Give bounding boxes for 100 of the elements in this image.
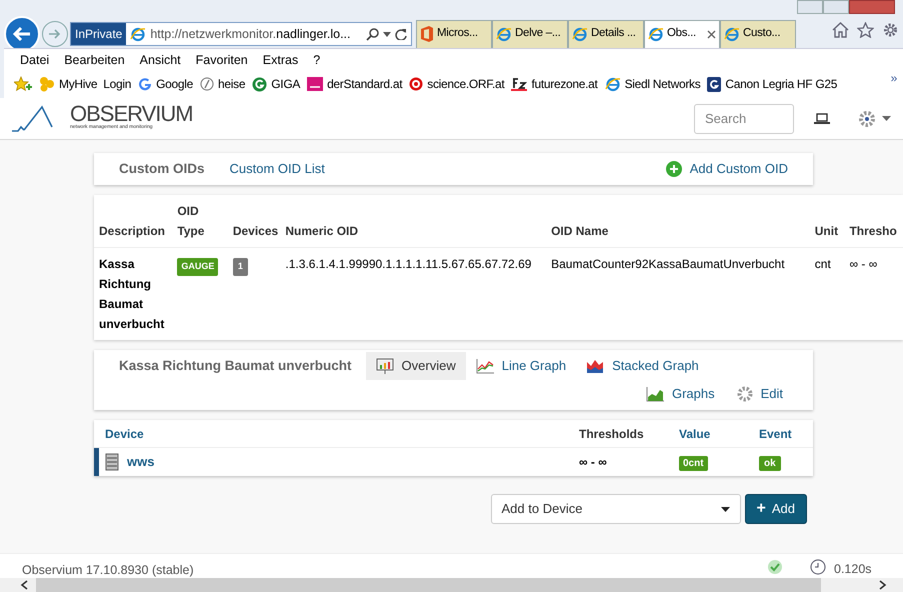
favorite-link[interactable]: futurezone.at bbox=[511, 75, 598, 93]
table-cell-text: ∞ - ∞ bbox=[849, 256, 878, 273]
version-text: Observium 17.10.8930 (stable) bbox=[22, 562, 194, 579]
device-link[interactable]: wws bbox=[127, 452, 154, 472]
load-time-text: 0.120s bbox=[834, 561, 872, 578]
browser-tab[interactable]: Details ... bbox=[568, 20, 644, 48]
graph-nav-tab[interactable]: Line Graph bbox=[466, 352, 576, 380]
square-logo-icon bbox=[307, 77, 324, 91]
browser-tab[interactable]: Micros... bbox=[416, 20, 492, 48]
value-badge: 0cnt bbox=[679, 456, 708, 471]
logo-text: OBSERVIUM bbox=[70, 103, 193, 125]
search-field[interactable]: Search bbox=[694, 104, 794, 134]
table-cell-text: .1.3.6.1.4.1.99990.1.1.1.1.11.5.67.65.67.72.69 bbox=[285, 256, 532, 273]
column-header: Value bbox=[679, 426, 712, 442]
favorite-link[interactable]: science.ORF.at bbox=[409, 75, 504, 93]
home-icon bbox=[832, 22, 849, 38]
g-logo-icon bbox=[138, 77, 152, 91]
menu-item[interactable]: ? bbox=[313, 50, 320, 70]
forward-arrow-icon bbox=[48, 28, 62, 40]
g-badge-icon bbox=[707, 76, 722, 92]
close-button[interactable] bbox=[849, 0, 895, 14]
maximize-button[interactable] bbox=[823, 0, 849, 14]
graph-nav-tab[interactable]: Graphs bbox=[636, 380, 725, 408]
add-favorite-star-icon bbox=[14, 76, 32, 92]
search-icon bbox=[366, 27, 380, 41]
favorite-link[interactable]: GIGA bbox=[252, 75, 300, 93]
address-bar[interactable]: InPrivate http://netzwerkmonitor.nadlinger.lo... bbox=[70, 22, 412, 46]
table-cell-text: cnt bbox=[814, 256, 832, 273]
menu-item[interactable]: Datei bbox=[20, 50, 50, 70]
caret-icon bbox=[882, 116, 891, 121]
table-cell-text: Kassa Richtung Baumat unverbucht bbox=[99, 256, 166, 333]
menu-item[interactable]: Favoriten bbox=[196, 50, 248, 70]
ie-icon bbox=[724, 26, 740, 42]
settings-icon bbox=[736, 386, 753, 402]
more-favorites-chevron[interactable]: » bbox=[890, 69, 897, 87]
column-header: Numeric OID bbox=[285, 223, 360, 240]
add-button[interactable]: + Add bbox=[744, 494, 807, 524]
favorite-link[interactable]: derStandard.at bbox=[307, 75, 402, 93]
graph-nav-tab[interactable]: Stacked Graph bbox=[576, 352, 709, 380]
device-select[interactable]: Add to Device bbox=[490, 494, 741, 524]
office-icon bbox=[420, 26, 434, 42]
settings-icon bbox=[858, 110, 876, 128]
favorite-link[interactable]: Canon Legria HF G25 bbox=[707, 75, 838, 93]
ie-icon bbox=[572, 26, 588, 42]
presentation-chart-icon bbox=[376, 358, 394, 374]
custom-oid-list-link[interactable]: Custom OID List bbox=[230, 159, 325, 179]
ie-icon bbox=[604, 76, 621, 92]
count-badge: 1 bbox=[232, 258, 248, 276]
favorite-link[interactable]: Google bbox=[138, 75, 194, 93]
column-header: Devices bbox=[232, 223, 280, 240]
laptop-icon bbox=[814, 112, 830, 124]
browser-tab[interactable]: Delve –... bbox=[492, 20, 568, 48]
clock-icon bbox=[810, 559, 826, 575]
scroll-left-icon bbox=[20, 580, 28, 590]
table-cell-text: ∞ - ∞ bbox=[579, 454, 608, 471]
stacked-area-chart-icon bbox=[586, 358, 604, 374]
column-header: Unit bbox=[814, 223, 840, 240]
favorite-link[interactable]: heise bbox=[200, 75, 246, 93]
ie-icon bbox=[496, 26, 512, 42]
graph-nav-tab[interactable]: Edit bbox=[726, 380, 793, 408]
column-header: OID Name bbox=[551, 223, 610, 240]
browser-tab[interactable]: Custo... bbox=[720, 20, 796, 48]
settings-menu-button[interactable] bbox=[858, 110, 891, 128]
column-header: Device bbox=[105, 426, 145, 442]
menu-item[interactable]: Bearbeiten bbox=[64, 50, 125, 70]
menu-item[interactable]: Ansicht bbox=[140, 50, 181, 70]
column-header: Thresho bbox=[849, 223, 898, 240]
status-badge: ok bbox=[759, 456, 781, 471]
star-icon bbox=[857, 22, 874, 38]
table-cell-text: BaumatCounter92KassaBaumatUnverbucht bbox=[551, 256, 786, 273]
circle-g-icon bbox=[252, 76, 268, 92]
graph-nav-tab[interactable]: Overview bbox=[366, 352, 466, 380]
column-header: Event bbox=[759, 426, 793, 442]
favorite-link[interactable]: MyHive Login bbox=[39, 75, 132, 93]
area-chart-icon bbox=[646, 386, 664, 402]
forward-button[interactable] bbox=[42, 21, 68, 47]
minimize-button[interactable] bbox=[797, 0, 823, 14]
ie-icon bbox=[648, 26, 664, 42]
server-icon bbox=[105, 453, 119, 471]
column-header: Thresholds bbox=[579, 426, 645, 442]
settings-icon bbox=[882, 22, 899, 38]
column-header: Description bbox=[99, 223, 166, 240]
fz-mark-icon bbox=[511, 77, 528, 91]
back-arrow-icon bbox=[12, 26, 32, 42]
refresh-icon bbox=[395, 28, 407, 40]
plus-circle-icon bbox=[666, 161, 682, 177]
favorite-link[interactable]: Siedl Networks bbox=[604, 75, 700, 93]
panel-title: Custom OIDs bbox=[119, 160, 205, 178]
ie-icon bbox=[130, 26, 146, 42]
add-custom-oid-link[interactable]: Add Custom OID bbox=[666, 159, 788, 179]
url-text: http://netzwerkmonitor.nadlinger.lo... bbox=[150, 26, 350, 43]
dropdown-caret-icon bbox=[383, 32, 391, 36]
browser-tab[interactable]: Obs... bbox=[644, 20, 720, 48]
type-badge: GAUGE bbox=[177, 258, 218, 276]
column-header: OID Type bbox=[177, 203, 206, 240]
line-graph-icon bbox=[476, 358, 494, 374]
checkmark-icon bbox=[767, 560, 783, 574]
caret-icon bbox=[720, 506, 730, 512]
scroll-right-icon bbox=[879, 580, 887, 590]
menu-item[interactable]: Extras bbox=[262, 50, 298, 70]
